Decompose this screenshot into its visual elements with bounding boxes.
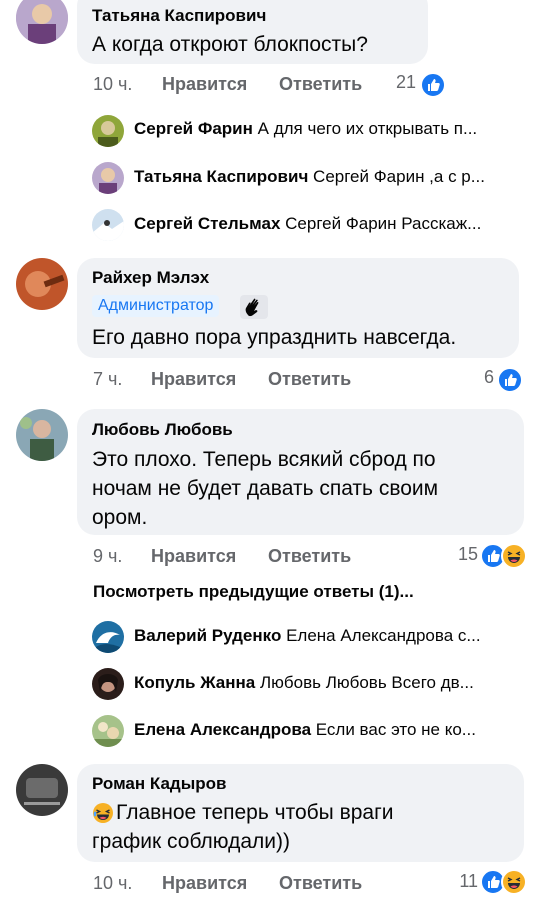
reply-item[interactable]: Елена Александрова Если вас это не ко... [134,720,529,740]
avatar[interactable] [16,0,68,44]
laughing-emoji [92,802,114,824]
reply-button[interactable]: Ответить [268,369,351,390]
avatar[interactable] [92,668,124,700]
admin-badge[interactable]: Администратор [92,295,220,317]
comment-author[interactable]: Любовь Любовь [92,420,233,440]
previous-replies-link[interactable]: Посмотреть предыдущие ответы (1)... [93,582,414,602]
reply-author[interactable]: Татьяна Каспирович [134,167,308,186]
reply-text: Сергей Фарин ,а с р... [313,167,485,186]
reply-author[interactable]: Сергей Стельмах [134,214,280,233]
reactions-count[interactable]: 21 [390,72,416,93]
like-icon [497,367,523,393]
like-button[interactable]: Нравится [162,74,247,95]
comment-author[interactable]: Райхер Мэлэх [92,268,209,288]
avatar-image [16,258,68,310]
reply-text: Любовь Любовь Всего дв... [259,673,474,692]
comment-time[interactable]: 7 ч. [93,369,122,390]
comment-time[interactable]: 10 ч. [93,873,132,894]
avatar[interactable] [92,621,124,653]
reply-author[interactable]: Валерий Руденко [134,626,281,645]
avatar-image [16,0,68,44]
avatar-image [92,115,124,147]
reply-author[interactable]: Елена Александрова [134,720,311,739]
comment-text-line: Это плохо. Теперь всякий сброд по [92,448,436,471]
reply-button[interactable]: Ответить [279,74,362,95]
reactions-count[interactable]: 6 [470,367,494,388]
like-button[interactable]: Нравится [151,546,236,567]
reply-text: А для чего их открывать п... [257,119,478,138]
reply-author[interactable]: Копуль Жанна [134,673,255,692]
comment-time[interactable]: 10 ч. [93,74,132,95]
reply-item[interactable]: Валерий Руденко Елена Александрова с... [134,626,529,646]
like-button[interactable]: Нравится [151,369,236,390]
comment-text: А когда откроют блокпосты? [92,33,368,56]
wave-icon [240,295,268,319]
reply-button[interactable]: Ответить [268,546,351,567]
avatar-image [92,162,124,194]
reply-author[interactable]: Сергей Фарин [134,119,253,138]
reply-item[interactable]: Татьяна Каспирович Сергей Фарин ,а с р..… [134,167,529,187]
comment-text-line: Главное теперь чтобы враги [116,801,394,824]
like-icon [420,72,446,98]
comment-text-line: график соблюдали)) [92,830,290,853]
reply-text: Если вас это не ко... [315,720,476,739]
reply-text: Елена Александрова с... [286,626,481,645]
avatar-image [92,668,124,700]
avatar[interactable] [92,209,124,241]
reply-item[interactable]: Сергей Стельмах Сергей Фарин Расскаж... [134,214,529,234]
haha-icon [501,869,527,895]
avatar[interactable] [92,162,124,194]
avatar-image [16,764,68,816]
avatar[interactable] [92,715,124,747]
avatar[interactable] [16,409,68,461]
reactions-count[interactable]: 11 [448,871,478,892]
avatar-image [16,409,68,461]
reply-item[interactable]: Копуль Жанна Любовь Любовь Всего дв... [134,673,529,693]
avatar[interactable] [16,258,68,310]
comment-time[interactable]: 9 ч. [93,546,122,567]
comment-text: Его давно пора упразднить навсегда. [92,326,457,349]
comment-text-line: ночам не будет давать спать своим [92,477,439,500]
comment-author[interactable]: Татьяна Каспирович [92,6,266,26]
comment-text-line: ором. [92,506,148,529]
avatar[interactable] [92,115,124,147]
reply-item[interactable]: Сергей Фарин А для чего их открывать п..… [134,119,529,139]
reply-text: Сергей Фарин Расскаж... [285,214,482,233]
comment-author[interactable]: Роман Кадыров [92,774,226,794]
avatar-image [92,621,124,653]
haha-icon [501,543,527,569]
avatar-image [92,209,124,241]
reply-button[interactable]: Ответить [279,873,362,894]
avatar-image [92,715,124,747]
avatar[interactable] [16,764,68,816]
reactions-count[interactable]: 15 [448,544,478,565]
like-button[interactable]: Нравится [162,873,247,894]
